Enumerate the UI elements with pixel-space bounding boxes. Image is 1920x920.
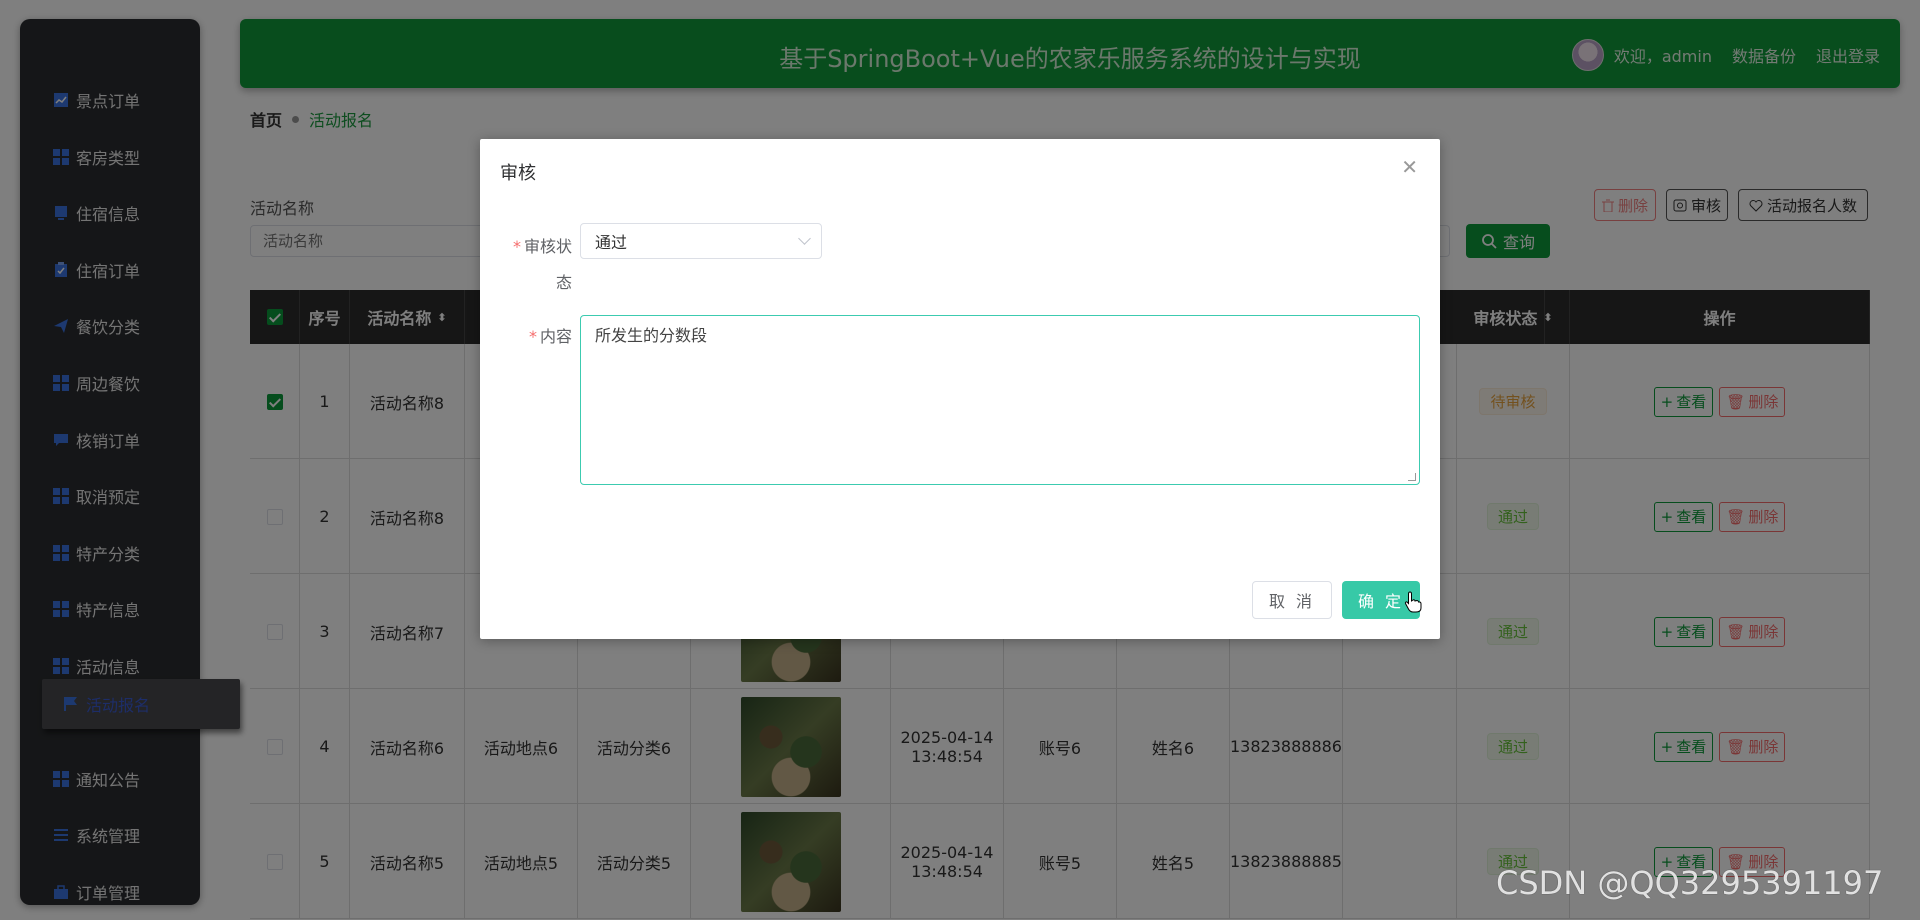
- status-label-text: 审核状: [523, 237, 572, 256]
- cancel-button[interactable]: 取 消: [1252, 581, 1332, 619]
- close-icon[interactable]: ✕: [1401, 155, 1418, 179]
- review-dialog: 审核 ✕ * 审核状态 通过 * 内容 所发生的分数段 取 消 确 定: [480, 139, 1440, 639]
- status-select[interactable]: 通过: [580, 223, 822, 259]
- content-label: * 内容: [510, 323, 572, 347]
- watermark: CSDN @QQ3295391197: [1496, 864, 1884, 902]
- hand-cursor-icon: [1404, 591, 1422, 613]
- status-select-value: 通过: [595, 233, 628, 252]
- required-mark: *: [528, 327, 537, 346]
- status-label-text-2: 态: [555, 273, 572, 292]
- content-textarea-value: 所发生的分数段: [595, 326, 708, 345]
- dialog-title: 审核: [500, 163, 536, 184]
- chevron-down-icon: [798, 232, 811, 245]
- content-textarea[interactable]: 所发生的分数段: [580, 315, 1420, 485]
- required-mark: *: [512, 237, 521, 256]
- status-label: * 审核状态: [510, 229, 572, 301]
- resize-handle-icon[interactable]: [1408, 473, 1416, 481]
- content-label-text: 内容: [539, 327, 572, 346]
